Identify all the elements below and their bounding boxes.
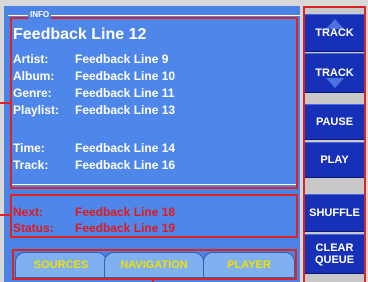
info-label: Album: [13, 69, 55, 83]
track-down-button[interactable]: TRACK [305, 53, 364, 93]
player-panel: INFO Feedback Line 12 Artist: Feedback Li… [0, 0, 368, 282]
info-row-genre: Genre: Feedback Line 11 [13, 86, 174, 100]
info-row-track: Track: Feedback Line 16 [13, 158, 175, 172]
play-button[interactable]: PLAY [305, 142, 364, 178]
info-value: Feedback Line 10 [75, 69, 176, 83]
info-label: Genre: [13, 86, 52, 100]
info-value: Feedback Line 11 [75, 86, 175, 100]
arrow-down-icon [325, 78, 344, 88]
info-row-playlist: Playlist: Feedback Line 13 [13, 103, 175, 117]
info-label: Playlist: [13, 103, 60, 117]
clear-queue-button[interactable]: CLEAR QUEUE [305, 234, 364, 274]
info-row-time: Time: Feedback Line 14 [13, 141, 175, 155]
callout-line [0, 102, 10, 104]
tab-navigation[interactable]: NAVIGATION [104, 252, 204, 278]
tab-sources[interactable]: SOURCES [15, 252, 107, 278]
info-row-album: Album: Feedback Line 10 [13, 69, 175, 83]
track-up-button[interactable]: TRACK [305, 14, 364, 52]
status-value: Feedback Line 19 [75, 221, 176, 235]
pause-button[interactable]: PAUSE [305, 104, 364, 140]
info-divider [8, 15, 300, 16]
info-label: Artist: [13, 52, 49, 66]
info-row-artist: Artist: Feedback Line 9 [13, 52, 168, 66]
tab-player[interactable]: PLAYER [203, 252, 295, 278]
status-row-next: Next: Feedback Line 18 [13, 205, 175, 219]
info-label: Time: [13, 141, 45, 155]
now-playing-title: Feedback Line 12 [13, 26, 147, 43]
info-value: Feedback Line 14 [75, 141, 176, 155]
status-row-status: Status: Feedback Line 19 [13, 221, 175, 235]
info-value: Feedback Line 16 [75, 158, 176, 172]
shuffle-button[interactable]: SHUFFLE [305, 194, 364, 232]
info-legend: INFO [28, 10, 52, 19]
track-up-label: TRACK [315, 27, 354, 39]
callout-line [0, 214, 10, 216]
status-value: Feedback Line 18 [75, 205, 176, 219]
info-label: Track: [13, 158, 49, 172]
info-value: Feedback Line 9 [75, 52, 169, 66]
status-label: Next: [13, 205, 44, 219]
info-bottom-divider [12, 184, 296, 185]
info-value: Feedback Line 13 [75, 103, 176, 117]
status-label: Status: [13, 221, 54, 235]
track-down-label: TRACK [315, 67, 354, 79]
